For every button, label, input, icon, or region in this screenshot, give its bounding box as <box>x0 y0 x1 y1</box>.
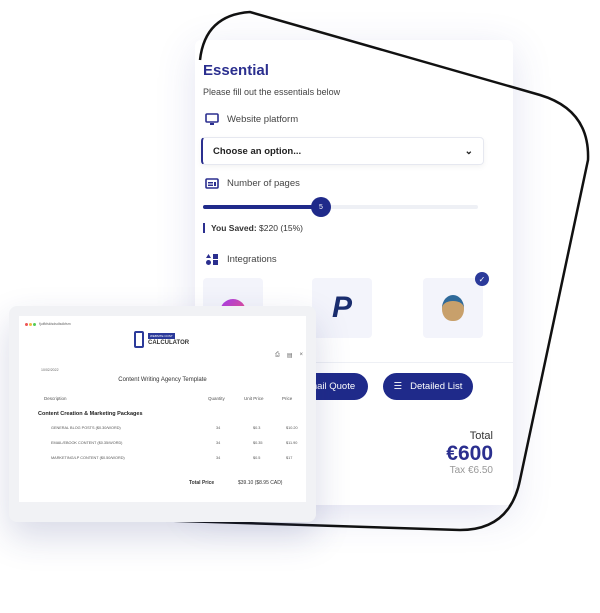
slider-fill <box>203 205 313 209</box>
total-value: €600 <box>446 442 493 465</box>
invoice-screen: fjuifkfsklsdsdlsdkfsm WEBSITE COST CALCU… <box>19 316 306 502</box>
integrations-label: Integrations <box>205 253 277 266</box>
form-title: Essential <box>203 62 269 79</box>
cell-unit: $0.35 <box>253 441 263 445</box>
cell-unit: $0.3 <box>253 426 261 430</box>
detailed-list-label: Detailed List <box>410 381 463 392</box>
mailchimp-icon <box>442 295 464 321</box>
cell-desc: MARKETING/LP CONTENT ($0.50/WORD) <box>51 456 125 460</box>
col-description: Description <box>44 396 67 401</box>
platform-label-text: Website platform <box>227 114 299 125</box>
invoice-laptop: fjuifkfsklsdsdlsdkfsm WEBSITE COST CALCU… <box>9 306 316 522</box>
invoice-actions: ⎙ ▤ × <box>275 352 303 359</box>
cell-price: $10.20 <box>286 426 298 430</box>
total-price-value: $39.10 ($8.95 CAD) <box>238 480 283 486</box>
logo-text: CALCULATOR <box>148 340 190 346</box>
print-icon[interactable]: ⎙ <box>275 352 280 359</box>
total-price-label: Total Price <box>189 480 215 486</box>
pages-label: Number of pages <box>205 178 300 189</box>
saved-label: You Saved: <box>211 223 257 233</box>
col-unit-price: Unit Price <box>244 396 264 401</box>
pages-label-text: Number of pages <box>227 178 300 189</box>
close-icon[interactable]: × <box>299 352 303 359</box>
window-dots <box>25 323 36 326</box>
platform-select[interactable]: Choose an option... ⌄ <box>201 137 484 165</box>
integrations-label-text: Integrations <box>227 254 277 265</box>
cell-desc: GENERAL BLOG POSTS ($0.30/WORD) <box>51 426 121 430</box>
calculator-logo-icon <box>134 331 144 348</box>
tax-value: Tax €6.50 <box>449 465 493 476</box>
paypal-icon: P <box>331 291 352 324</box>
detailed-list-button[interactable]: ☰ Detailed List <box>383 373 473 400</box>
logo-badge: WEBSITE COST <box>148 333 175 339</box>
cell-price: $17 <box>286 456 293 460</box>
cell-qty: 34 <box>216 456 221 460</box>
section-title: Content Creation & Marketing Packages <box>38 411 143 417</box>
chevron-down-icon: ⌄ <box>464 145 473 157</box>
cell-qty: 34 <box>216 426 221 430</box>
savings-text: You Saved: $220 (15%) <box>203 223 303 233</box>
col-price: Price <box>282 396 293 401</box>
form-subtitle: Please fill out the essentials below <box>203 87 341 97</box>
download-icon[interactable]: ▤ <box>287 352 293 359</box>
pages-slider[interactable]: 5 <box>203 197 478 217</box>
col-quantity: Quantity <box>208 396 225 401</box>
cell-qty: 34 <box>216 441 221 445</box>
monitor-icon <box>205 113 219 125</box>
total-label: Total <box>469 430 493 442</box>
platform-select-value: Choose an option... <box>213 145 302 157</box>
cell-price: $11.90 <box>286 441 298 445</box>
check-icon: ✓ <box>475 272 489 286</box>
integration-paypal[interactable]: P <box>312 278 372 338</box>
url-text: fjuifkfsklsdsdlsdkfsm <box>39 322 71 326</box>
saved-value: $220 (15%) <box>259 223 303 233</box>
integrations-icon <box>206 254 218 265</box>
invoice-date: 10/02/2022 <box>41 368 59 372</box>
slider-thumb[interactable]: 5 <box>311 197 331 217</box>
platform-label: Website platform <box>205 113 298 126</box>
invoice-title: Content Writing Agency Template <box>118 377 207 383</box>
pages-icon <box>205 178 219 189</box>
cell-unit: $0.5 <box>253 456 261 460</box>
integration-mailchimp[interactable]: ✓ <box>423 272 489 338</box>
cell-desc: EMAIL/EBOOK CONTENT ($0.35/WORD) <box>51 441 123 445</box>
list-icon: ☰ <box>393 381 403 392</box>
